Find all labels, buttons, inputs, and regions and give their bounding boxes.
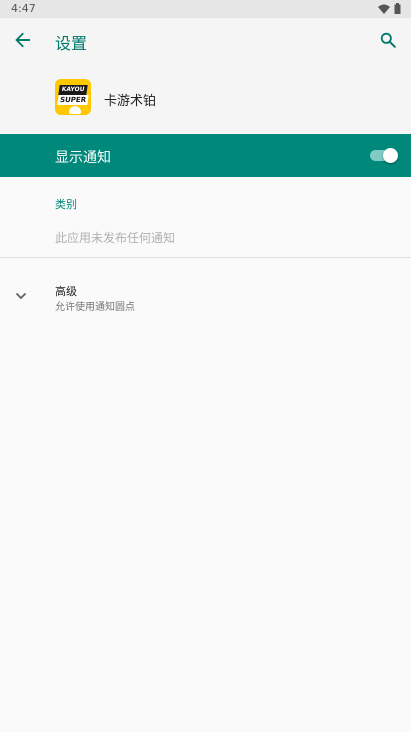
search-icon [380,32,396,48]
status-time: 4:47 [11,2,36,15]
page-title: 设置 [55,34,88,53]
switch-thumb [383,148,398,163]
search-button[interactable] [374,26,402,54]
app-header: KAYOU SUPER 卡游术铂 [0,62,411,134]
app-logo-bottom: SUPER [57,95,89,105]
advanced-title: 高级 [55,285,77,298]
app-bar: 设置 [0,18,411,62]
app-logo-mascot [69,106,81,114]
empty-notifications-text: 此应用未发布任何通知 [55,231,176,245]
show-notifications-toggle-bar[interactable]: 显示通知 [0,134,411,177]
app-name: 卡游术铂 [104,94,157,109]
arrow-back-icon [15,32,30,48]
app-icon: KAYOU SUPER [55,79,91,115]
status-icons [378,3,401,14]
battery-icon [394,3,401,14]
divider [0,257,411,258]
category-header: 类别 [55,198,77,211]
wifi-icon [378,4,390,14]
app-logo-top: KAYOU [58,85,88,95]
show-notifications-label: 显示通知 [55,150,111,166]
back-button[interactable] [9,26,37,54]
advanced-row[interactable]: 高级 允许使用通知圆点 [0,270,411,324]
chevron-down-icon [15,292,27,300]
show-notifications-switch[interactable] [370,148,398,163]
advanced-summary: 允许使用通知圆点 [55,302,135,313]
status-bar: 4:47 [0,0,411,18]
